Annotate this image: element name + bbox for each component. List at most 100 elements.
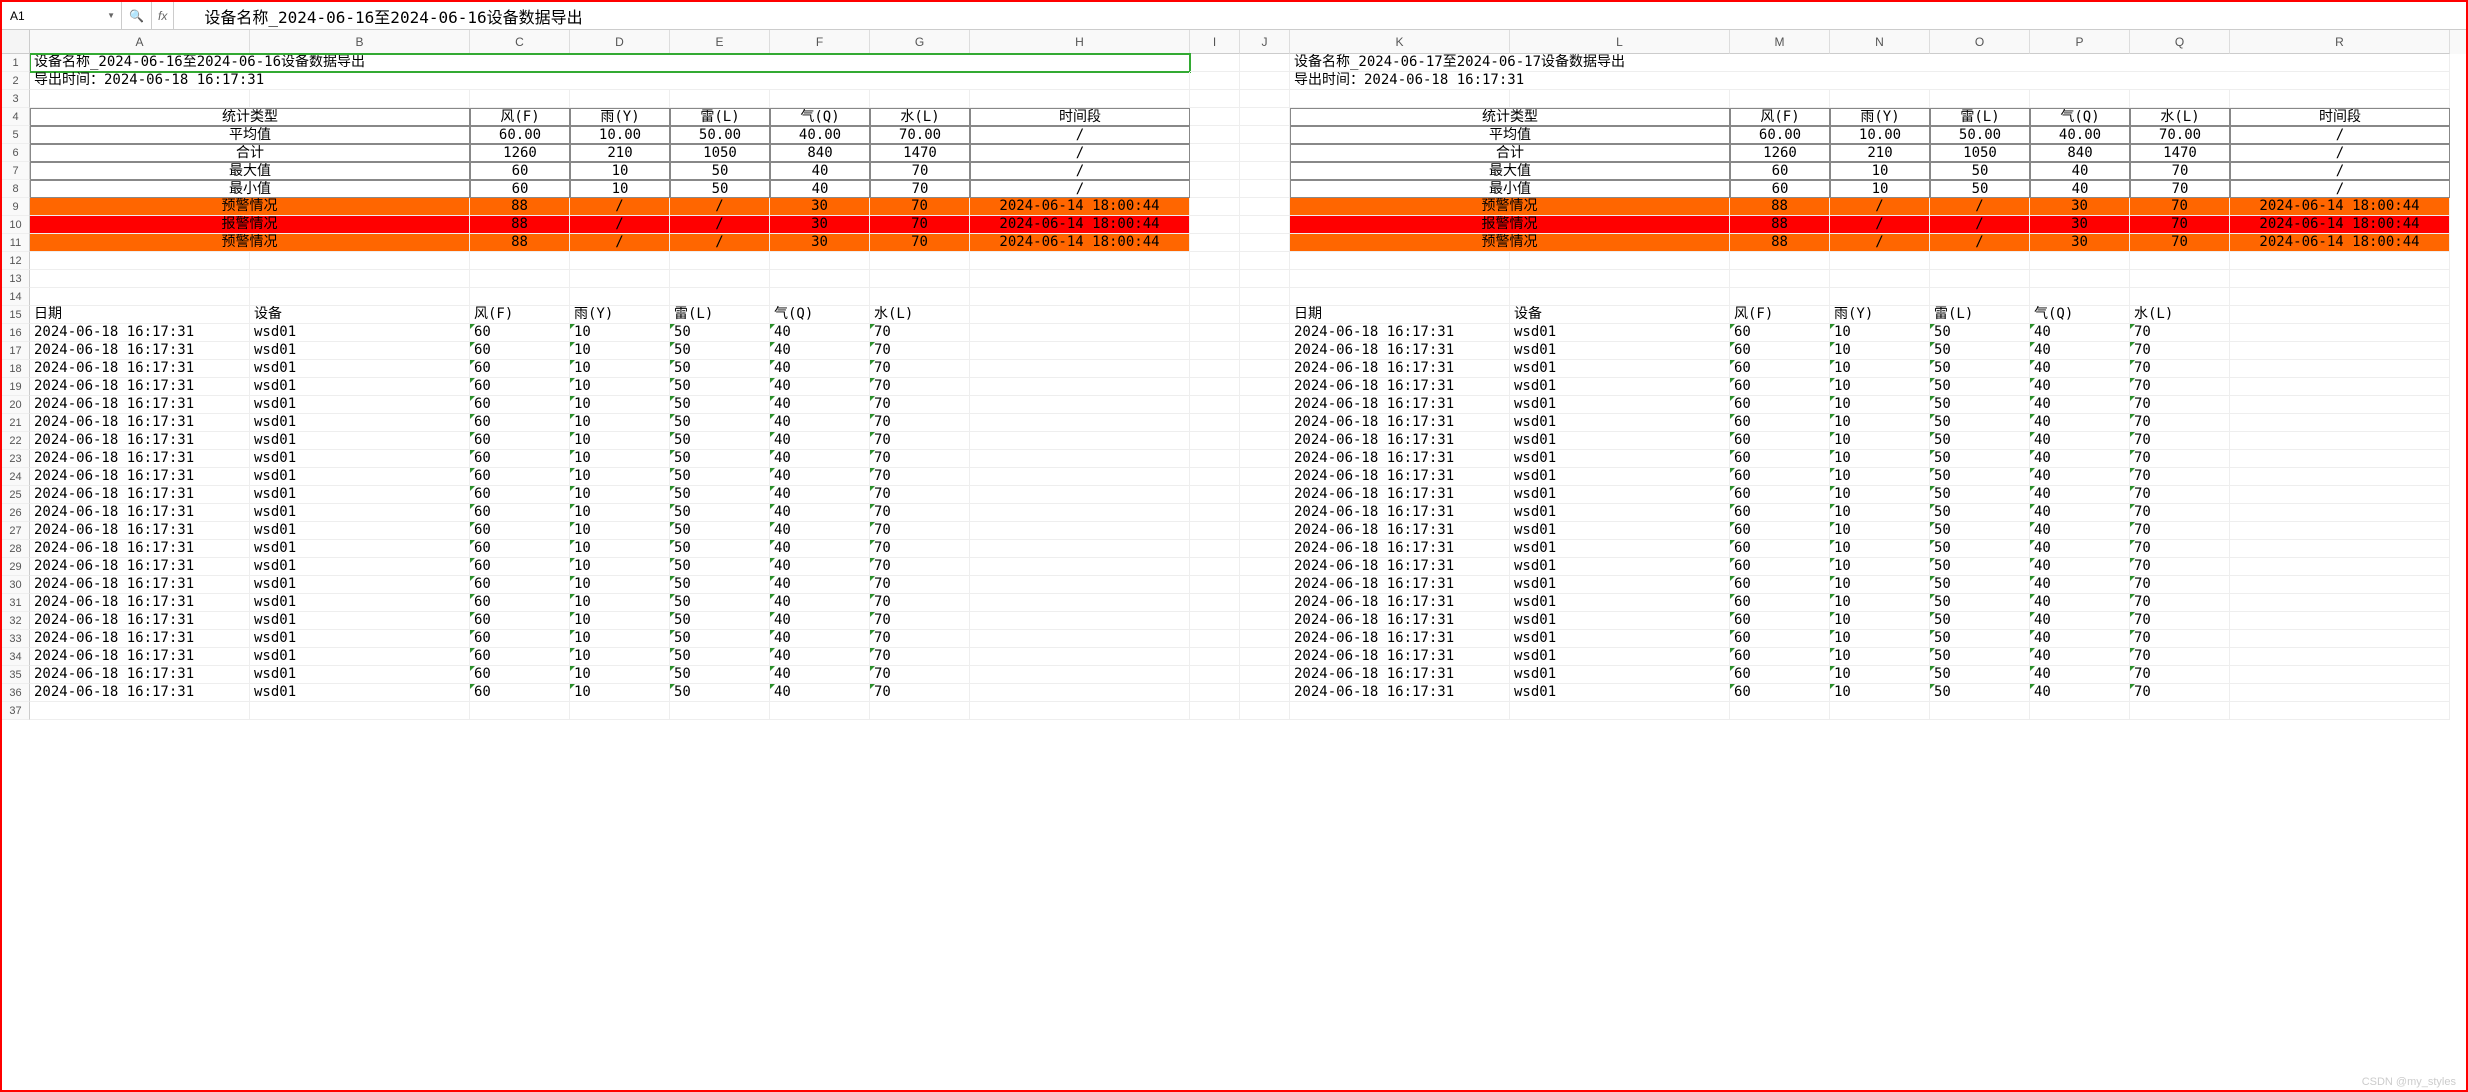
- cell[interactable]: 40: [770, 180, 870, 198]
- cell[interactable]: /: [570, 234, 670, 252]
- cell[interactable]: wsd01: [1510, 414, 1730, 432]
- cell[interactable]: [1190, 234, 1240, 252]
- cell[interactable]: [1190, 576, 1240, 594]
- cell[interactable]: 水(L): [870, 306, 970, 324]
- cell[interactable]: [1240, 612, 1290, 630]
- cell[interactable]: wsd01: [250, 684, 470, 702]
- cell[interactable]: 30: [770, 198, 870, 216]
- cell[interactable]: 预警情况: [1290, 234, 1730, 252]
- row-header-37[interactable]: 37: [2, 702, 30, 720]
- cell[interactable]: wsd01: [250, 522, 470, 540]
- cell[interactable]: 40: [770, 414, 870, 432]
- cell[interactable]: wsd01: [250, 558, 470, 576]
- cell[interactable]: 10: [1830, 324, 1930, 342]
- cell[interactable]: 40: [2030, 558, 2130, 576]
- cell[interactable]: [1190, 54, 1240, 72]
- cell[interactable]: 时间段: [2230, 108, 2450, 126]
- cell[interactable]: 2024-06-18 16:17:31: [1290, 540, 1510, 558]
- cell[interactable]: 70: [870, 324, 970, 342]
- cell[interactable]: 最大值: [30, 162, 470, 180]
- cell[interactable]: 50: [1930, 180, 2030, 198]
- cell[interactable]: 70: [870, 198, 970, 216]
- cell[interactable]: [1190, 522, 1240, 540]
- row-header-20[interactable]: 20: [2, 396, 30, 414]
- cell[interactable]: 70: [870, 486, 970, 504]
- cell[interactable]: 10: [1830, 576, 1930, 594]
- cell[interactable]: 10: [570, 504, 670, 522]
- cell[interactable]: [670, 702, 770, 720]
- cell[interactable]: 雷(L): [670, 306, 770, 324]
- cell[interactable]: wsd01: [1510, 378, 1730, 396]
- cell[interactable]: [1190, 360, 1240, 378]
- cell[interactable]: [970, 630, 1190, 648]
- search-icon[interactable]: 🔍: [122, 2, 152, 29]
- cell[interactable]: wsd01: [1510, 324, 1730, 342]
- cell[interactable]: 40: [2030, 414, 2130, 432]
- cell[interactable]: 2024-06-18 16:17:31: [1290, 558, 1510, 576]
- column-header-J[interactable]: J: [1240, 30, 1290, 54]
- cell[interactable]: [2230, 396, 2450, 414]
- cell[interactable]: 50: [670, 432, 770, 450]
- cell[interactable]: 2024-06-18 16:17:31: [30, 576, 250, 594]
- cell[interactable]: 70: [870, 522, 970, 540]
- cell[interactable]: 40: [2030, 666, 2130, 684]
- cell[interactable]: [970, 612, 1190, 630]
- cell[interactable]: [1240, 594, 1290, 612]
- column-header-F[interactable]: F: [770, 30, 870, 54]
- cell[interactable]: wsd01: [250, 594, 470, 612]
- column-header-G[interactable]: G: [870, 30, 970, 54]
- cell[interactable]: 10: [1830, 396, 1930, 414]
- cell[interactable]: [2230, 342, 2450, 360]
- cell[interactable]: 10: [570, 468, 670, 486]
- cell[interactable]: [250, 288, 470, 306]
- cell[interactable]: wsd01: [250, 540, 470, 558]
- cell[interactable]: 70: [2130, 594, 2230, 612]
- cell[interactable]: [2030, 702, 2130, 720]
- cell[interactable]: [1240, 252, 1290, 270]
- cell[interactable]: 2024-06-18 16:17:31: [30, 324, 250, 342]
- cell[interactable]: 60: [1730, 612, 1830, 630]
- cell[interactable]: 2024-06-18 16:17:31: [1290, 396, 1510, 414]
- cell[interactable]: [1190, 270, 1240, 288]
- cell[interactable]: 预警情况: [1290, 198, 1730, 216]
- cell[interactable]: [1240, 486, 1290, 504]
- cell[interactable]: 70: [870, 342, 970, 360]
- cell[interactable]: wsd01: [250, 648, 470, 666]
- cell[interactable]: 2024-06-14 18:00:44: [970, 198, 1190, 216]
- cell[interactable]: [2130, 90, 2230, 108]
- cell[interactable]: 70: [2130, 234, 2230, 252]
- cell[interactable]: 70: [2130, 522, 2230, 540]
- cell[interactable]: 60: [1730, 522, 1830, 540]
- cell[interactable]: 70: [870, 648, 970, 666]
- cell[interactable]: 1260: [470, 144, 570, 162]
- cell[interactable]: [770, 252, 870, 270]
- cell[interactable]: 70: [2130, 504, 2230, 522]
- cell[interactable]: [1190, 198, 1240, 216]
- cell[interactable]: 70: [2130, 324, 2230, 342]
- cell[interactable]: 70: [870, 468, 970, 486]
- cell[interactable]: 60: [1730, 594, 1830, 612]
- column-header-I[interactable]: I: [1190, 30, 1240, 54]
- cell[interactable]: [970, 270, 1190, 288]
- column-header-H[interactable]: H: [970, 30, 1190, 54]
- cell[interactable]: 60: [1730, 180, 1830, 198]
- row-header-24[interactable]: 24: [2, 468, 30, 486]
- cell[interactable]: 40: [2030, 342, 2130, 360]
- cell[interactable]: 雷(L): [670, 108, 770, 126]
- cell[interactable]: 40: [2030, 540, 2130, 558]
- cell[interactable]: 10: [570, 324, 670, 342]
- cell[interactable]: 60: [470, 180, 570, 198]
- column-header-O[interactable]: O: [1930, 30, 2030, 54]
- row-header-29[interactable]: 29: [2, 558, 30, 576]
- cell[interactable]: [1190, 90, 1240, 108]
- cell[interactable]: /: [1830, 198, 1930, 216]
- cell[interactable]: 60: [1730, 630, 1830, 648]
- cell[interactable]: [1240, 648, 1290, 666]
- cell[interactable]: 30: [770, 216, 870, 234]
- cell[interactable]: 40: [770, 594, 870, 612]
- cell[interactable]: [570, 270, 670, 288]
- cell[interactable]: 70: [870, 684, 970, 702]
- cell[interactable]: 2024-06-18 16:17:31: [30, 540, 250, 558]
- column-header-P[interactable]: P: [2030, 30, 2130, 54]
- row-header-31[interactable]: 31: [2, 594, 30, 612]
